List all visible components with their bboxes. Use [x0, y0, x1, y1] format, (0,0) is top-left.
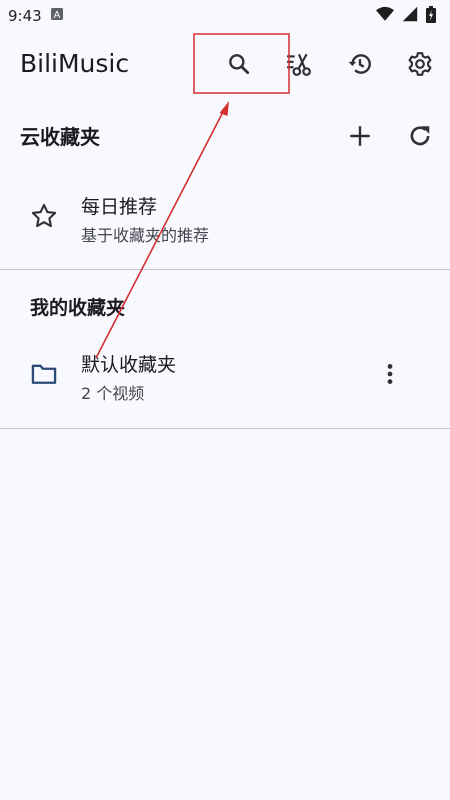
- more-vert-icon: [387, 364, 393, 384]
- star-icon: [31, 203, 57, 228]
- list-item-subtitle: 2 个视频: [81, 384, 145, 403]
- add-icon: [350, 126, 370, 146]
- signal-icon: [402, 6, 418, 26]
- settings-icon: [408, 52, 432, 76]
- a-box-icon: A: [50, 7, 64, 25]
- list-item-daily-recommend[interactable]: 每日推荐 基于收藏夹的推荐: [0, 178, 450, 254]
- list-item-default-favorite[interactable]: 默认收藏夹 2 个视频: [0, 336, 450, 412]
- add-favorite-button[interactable]: [338, 114, 382, 158]
- battery-icon: [426, 5, 436, 27]
- svg-text:A: A: [53, 10, 60, 21]
- my-favorites-header: 我的收藏夹: [30, 297, 126, 319]
- list-item-title: 每日推荐: [81, 196, 158, 218]
- refresh-icon: [410, 126, 430, 146]
- search-icon: [229, 54, 250, 75]
- list-item-title: 默认收藏夹: [81, 354, 177, 376]
- scissors-icon: [287, 53, 311, 76]
- wifi-icon: [376, 6, 394, 26]
- app-bar: BiliMusic: [0, 32, 450, 96]
- cloud-favorites-header: 云收藏夹: [20, 125, 100, 149]
- status-time: 9:43: [8, 7, 42, 25]
- search-button[interactable]: [217, 42, 261, 86]
- history-button[interactable]: [338, 42, 382, 86]
- folder-icon: [31, 364, 57, 384]
- more-options-button[interactable]: [368, 352, 412, 396]
- refresh-button[interactable]: [398, 114, 442, 158]
- annotation-arrowhead: [219, 101, 229, 116]
- app-title: BiliMusic: [20, 49, 130, 78]
- list-item-subtitle: 基于收藏夹的推荐: [81, 226, 210, 245]
- history-icon: [348, 54, 371, 74]
- settings-button[interactable]: [398, 42, 442, 86]
- section-divider: [0, 428, 450, 429]
- status-bar: 9:43 A: [0, 0, 450, 32]
- section-divider: [0, 269, 450, 270]
- cut-button[interactable]: [277, 42, 321, 86]
